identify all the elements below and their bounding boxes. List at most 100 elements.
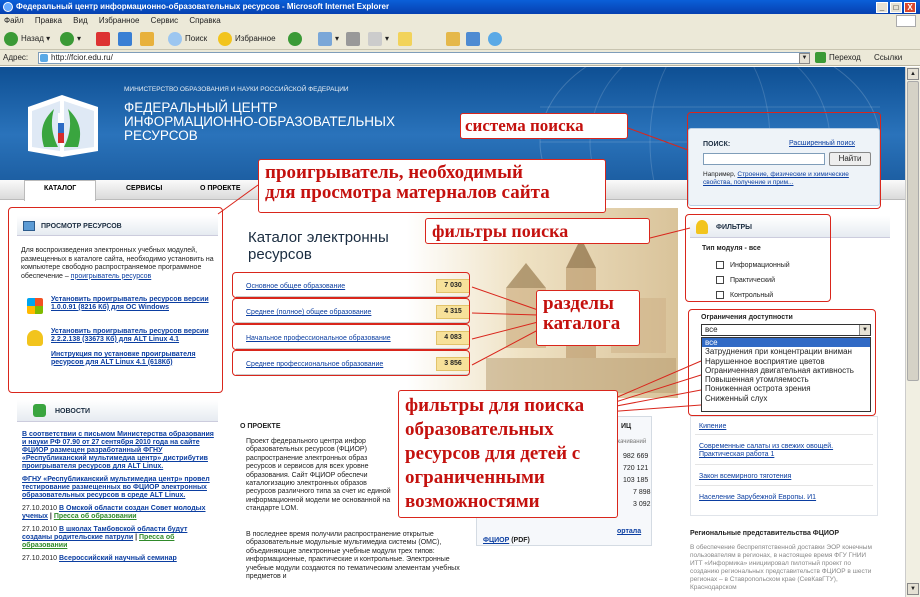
dropdown-option[interactable]: Ограниченная двигательная активность: [702, 366, 870, 375]
messenger-icon: [446, 32, 460, 46]
dropdown-option[interactable]: Нарушенное восприятие цветов: [702, 357, 870, 366]
menu-tools[interactable]: Сервис: [151, 16, 178, 25]
forward-button[interactable]: ▾: [60, 32, 81, 46]
viewer-title: ПРОСМОТР РЕСУРСОВ: [41, 223, 122, 230]
links-label[interactable]: Ссылки: [874, 50, 902, 66]
refresh-button[interactable]: [118, 32, 135, 46]
filters-header: ФИЛЬТРЫ: [690, 216, 890, 238]
discuss-icon: [398, 32, 412, 46]
favorites-button[interactable]: Избранное: [218, 32, 276, 46]
back-button[interactable]: Назад ▾: [4, 32, 50, 46]
maximize-button[interactable]: □: [890, 2, 902, 13]
monitor-icon: [23, 221, 35, 231]
linux-instructions-link[interactable]: Инструкция по установке проигрывателя ре…: [51, 351, 211, 366]
people-button[interactable]: [488, 32, 505, 46]
news-item[interactable]: ФГНУ «Республиканский мультимедиа центр»…: [22, 476, 214, 500]
search-icon: [168, 32, 182, 46]
site-title: ФЕДЕРАЛЬНЫЙ ЦЕНТР ИНФОРМАЦИОННО-ОБРАЗОВА…: [124, 100, 396, 143]
catalog-link[interactable]: Начальное профессиональное образование: [246, 335, 391, 342]
regions-text: В обеспечение беспрепятственной доставки…: [690, 544, 872, 591]
catalog-count: 3 856: [436, 357, 470, 371]
access-title: Ограничения доступности: [701, 314, 793, 321]
dropdown-option[interactable]: Пониженная острота зрения: [702, 384, 870, 393]
search-submit-button[interactable]: Найти: [829, 152, 871, 166]
annotation-sections: разделы каталога: [536, 290, 640, 346]
search-button[interactable]: Поиск: [168, 32, 207, 46]
home-button[interactable]: [140, 32, 157, 46]
news-header: НОВОСТИ: [17, 400, 218, 422]
portal-link[interactable]: ортала: [617, 528, 641, 535]
url-input[interactable]: http://fcior.edu.ru/: [38, 52, 810, 64]
player-link[interactable]: проигрыватель ресурсов: [71, 273, 152, 280]
catalog-title: Каталог электронны ресурсов: [248, 229, 389, 263]
scroll-thumb[interactable]: [907, 81, 919, 381]
dropdown-option[interactable]: Затруднения при концентрации вниман: [702, 347, 870, 356]
catalog-link[interactable]: Основное общее образование: [246, 283, 345, 290]
refresh-icon: [118, 32, 132, 46]
filter-option[interactable]: Информационный: [716, 261, 790, 269]
tab-about[interactable]: О ПРОЕКТЕ: [200, 185, 241, 192]
filter-option[interactable]: Контрольный: [716, 291, 773, 300]
access-select[interactable]: все ▼: [701, 324, 871, 336]
news-title: НОВОСТИ: [55, 408, 91, 415]
url-dropdown-button[interactable]: ▼: [799, 53, 810, 64]
scroll-down-button[interactable]: ▼: [907, 583, 919, 595]
regions-title: Региональные представительства ФЦИОР: [690, 530, 840, 537]
news-list: В соответствии с письмом Министерства об…: [22, 431, 214, 568]
advanced-search-link[interactable]: Расширенный поиск: [789, 140, 855, 147]
menu-view[interactable]: Вид: [73, 16, 87, 25]
checkbox[interactable]: [716, 276, 724, 284]
checkbox[interactable]: [716, 291, 724, 299]
search-input[interactable]: [703, 153, 825, 165]
select-arrow-icon[interactable]: ▼: [859, 325, 870, 335]
mail-button[interactable]: ▾: [318, 32, 339, 46]
edit-button[interactable]: ▾: [368, 32, 389, 46]
close-button[interactable]: X: [904, 2, 916, 13]
messenger-button[interactable]: [446, 32, 463, 46]
window-title-bar: Федеральный центр информационно-образова…: [0, 0, 920, 14]
people-icon: [488, 32, 502, 46]
print-button[interactable]: [346, 32, 363, 46]
tab-services[interactable]: СЕРВИСЫ: [126, 185, 162, 192]
catalog-row: Основное общее образование 7 030: [236, 276, 470, 297]
browser-toolbar: Назад ▾ ▾ Поиск Избранное ▾ ▾: [0, 28, 920, 50]
menu-edit[interactable]: Правка: [35, 16, 62, 25]
popular-link[interactable]: Современные салаты из свежих овощей. Пра…: [699, 443, 869, 459]
filters-title: ФИЛЬТРЫ: [716, 224, 753, 231]
popular-link[interactable]: Население Зарубежной Европы. И1: [699, 494, 816, 501]
menu-favorites[interactable]: Избранное: [99, 16, 140, 25]
catalog-count: 7 030: [436, 279, 470, 293]
ie-icon: [3, 2, 13, 12]
catalog-link[interactable]: Среднее профессиональное образование: [246, 361, 383, 368]
go-arrow-icon: [815, 52, 826, 64]
news-item[interactable]: В соответствии с письмом Министерства об…: [22, 431, 214, 471]
about-title: О ПРОЕКТЕ: [240, 423, 281, 430]
history-button[interactable]: [288, 32, 305, 46]
catalog-link[interactable]: Среднее (полное) общее образование: [246, 309, 371, 316]
dropdown-option[interactable]: все: [702, 338, 870, 348]
stop-icon: [96, 32, 110, 46]
dropdown-option[interactable]: Повышенная утомляемость: [702, 375, 870, 384]
page-scrollbar[interactable]: ▲ ▼: [905, 67, 920, 597]
news-item: 27.10.2010 Всероссийский научный семинар: [22, 555, 177, 562]
menu-help[interactable]: Справка: [189, 16, 220, 25]
scroll-up-button[interactable]: ▲: [907, 68, 919, 80]
go-button[interactable]: Переход: [815, 50, 861, 66]
research-button[interactable]: [466, 32, 483, 46]
catalog-count: 4 315: [436, 305, 470, 319]
tab-catalog[interactable]: КАТАЛОГ: [44, 185, 76, 192]
filter-option[interactable]: Практический: [716, 276, 775, 284]
minimize-button[interactable]: _: [876, 2, 888, 13]
address-label: Адрес:: [3, 53, 29, 62]
catalog-count: 4 083: [436, 331, 470, 345]
dropdown-option[interactable]: Сниженный слух: [702, 394, 870, 403]
install-windows-link[interactable]: Установить проигрыватель ресурсов версии…: [51, 296, 211, 311]
menu-file[interactable]: Файл: [4, 16, 24, 25]
checkbox[interactable]: [716, 261, 724, 269]
discuss-button[interactable]: [398, 32, 415, 46]
popular-link[interactable]: Закон всемирного тяготения: [699, 473, 791, 480]
popular-link[interactable]: Кипение: [699, 423, 726, 430]
stop-button[interactable]: [96, 32, 113, 46]
install-linux-link[interactable]: Установить проигрыватель ресурсов версии…: [51, 328, 211, 343]
stat-value: 982 669: [623, 453, 649, 460]
